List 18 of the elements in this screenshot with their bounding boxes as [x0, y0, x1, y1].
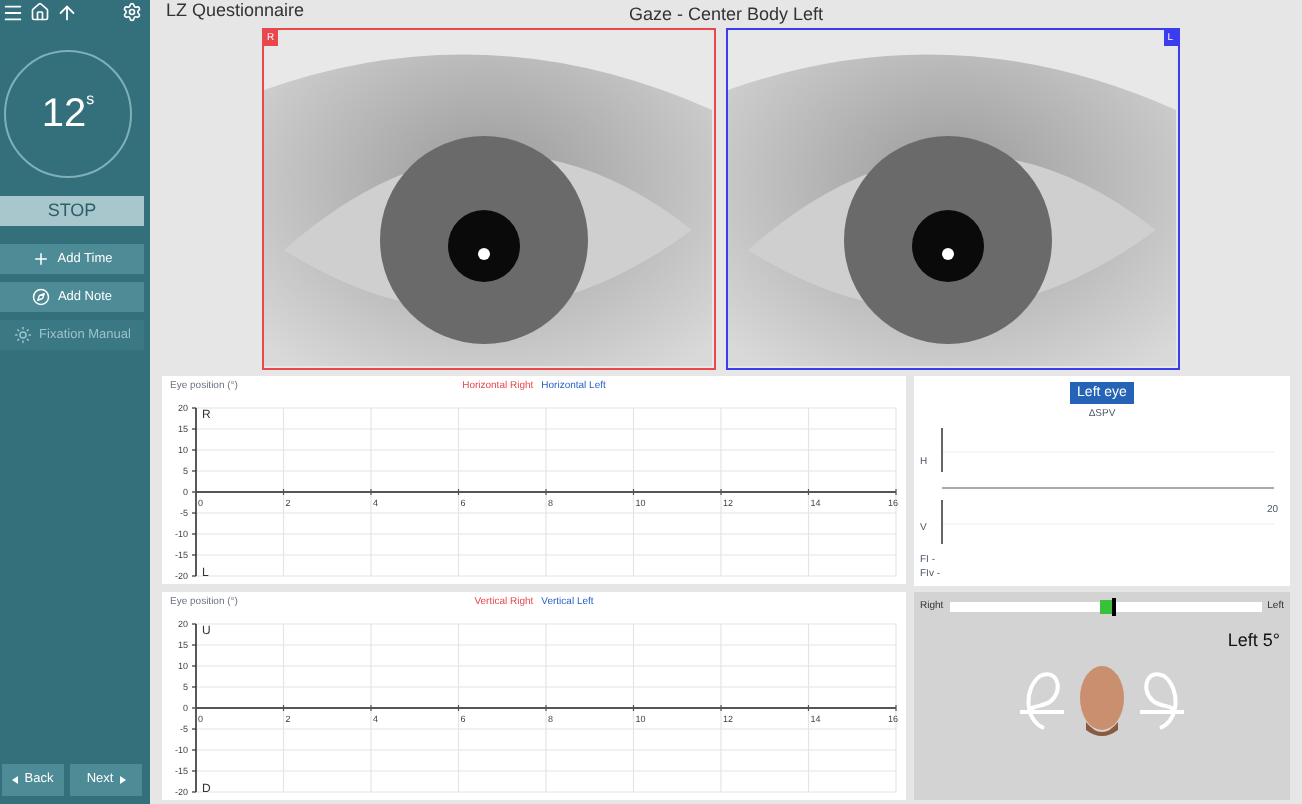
- compass-icon: [31, 288, 50, 306]
- page-title: LZ Questionnaire: [166, 2, 307, 20]
- home-icon[interactable]: [30, 2, 50, 22]
- stop-button[interactable]: STOP: [0, 196, 144, 226]
- arrow-up-icon[interactable]: [56, 1, 78, 23]
- timer-unit: s: [86, 88, 95, 112]
- plus-icon: [31, 250, 50, 268]
- left-triangle-icon: [12, 776, 19, 784]
- slider-thumb[interactable]: [1111, 598, 1116, 617]
- head-angle-reading: Left 5°: [1227, 627, 1280, 653]
- right-triangle-icon: [119, 776, 126, 784]
- settings-icon[interactable]: [122, 2, 142, 22]
- menu-icon[interactable]: [2, 1, 24, 23]
- timer-value: 12: [41, 90, 87, 140]
- sun-icon: [13, 326, 32, 344]
- head-slider[interactable]: [949, 602, 1262, 613]
- head-drawing: [1076, 662, 1128, 742]
- view-title: Gaze - Center Body Left: [628, 6, 824, 24]
